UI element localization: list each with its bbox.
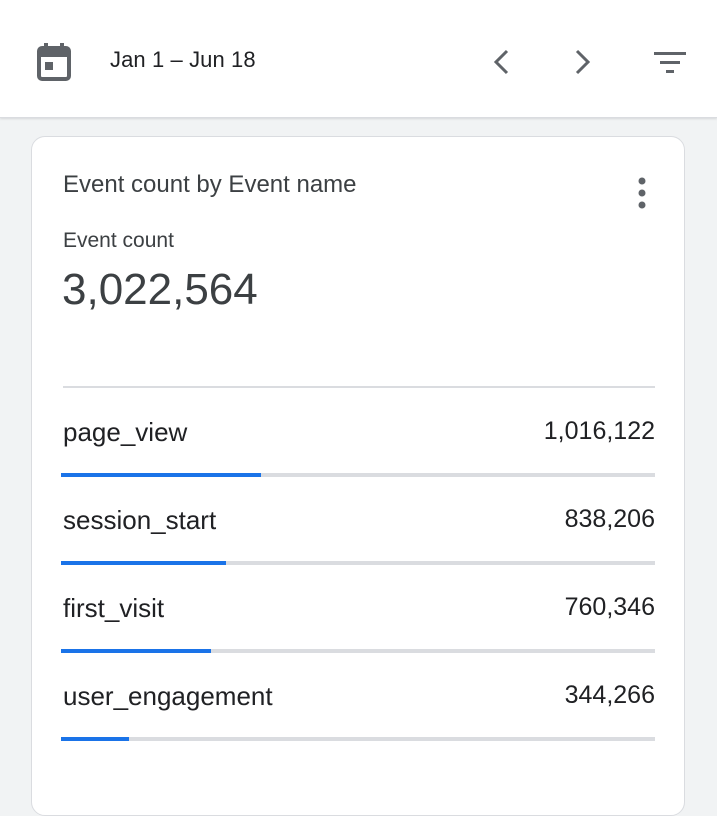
more-vert-icon xyxy=(638,177,646,209)
card-menu-button[interactable] xyxy=(624,171,660,215)
event-value: 344,266 xyxy=(564,681,655,709)
chevron-left-icon xyxy=(493,49,509,75)
event-name: first_visit xyxy=(63,593,165,623)
event-row[interactable]: session_start 838,206 xyxy=(61,475,655,565)
top-bar: Jan 1 – Jun 18 xyxy=(0,0,717,118)
metric-label: Event count xyxy=(63,229,174,252)
event-value: 760,346 xyxy=(564,593,655,621)
card-title: Event count by Event name xyxy=(63,171,357,198)
event-value: 838,206 xyxy=(564,505,655,533)
filter-icon xyxy=(654,52,686,73)
event-list: page_view 1,016,122 session_start 838,20… xyxy=(61,387,655,741)
event-count-card: Event count by Event name Event count 3,… xyxy=(31,136,685,816)
event-row[interactable]: page_view 1,016,122 xyxy=(61,387,655,477)
event-row[interactable]: first_visit 760,346 xyxy=(61,563,655,653)
event-bar-track xyxy=(61,737,655,741)
filter-button[interactable] xyxy=(648,40,692,84)
date-range-label[interactable]: Jan 1 – Jun 18 xyxy=(110,47,256,73)
event-name: user_engagement xyxy=(63,681,273,711)
previous-period-button[interactable] xyxy=(480,40,524,84)
event-bar-fill xyxy=(61,737,129,741)
event-name: page_view xyxy=(63,417,188,447)
chevron-right-icon xyxy=(575,49,591,75)
event-value: 1,016,122 xyxy=(543,417,655,445)
calendar-icon[interactable] xyxy=(36,42,72,82)
metric-total-value: 3,022,564 xyxy=(62,265,258,314)
event-row[interactable]: user_engagement 344,266 xyxy=(61,651,655,741)
next-period-button[interactable] xyxy=(560,40,604,84)
event-name: session_start xyxy=(63,505,217,535)
